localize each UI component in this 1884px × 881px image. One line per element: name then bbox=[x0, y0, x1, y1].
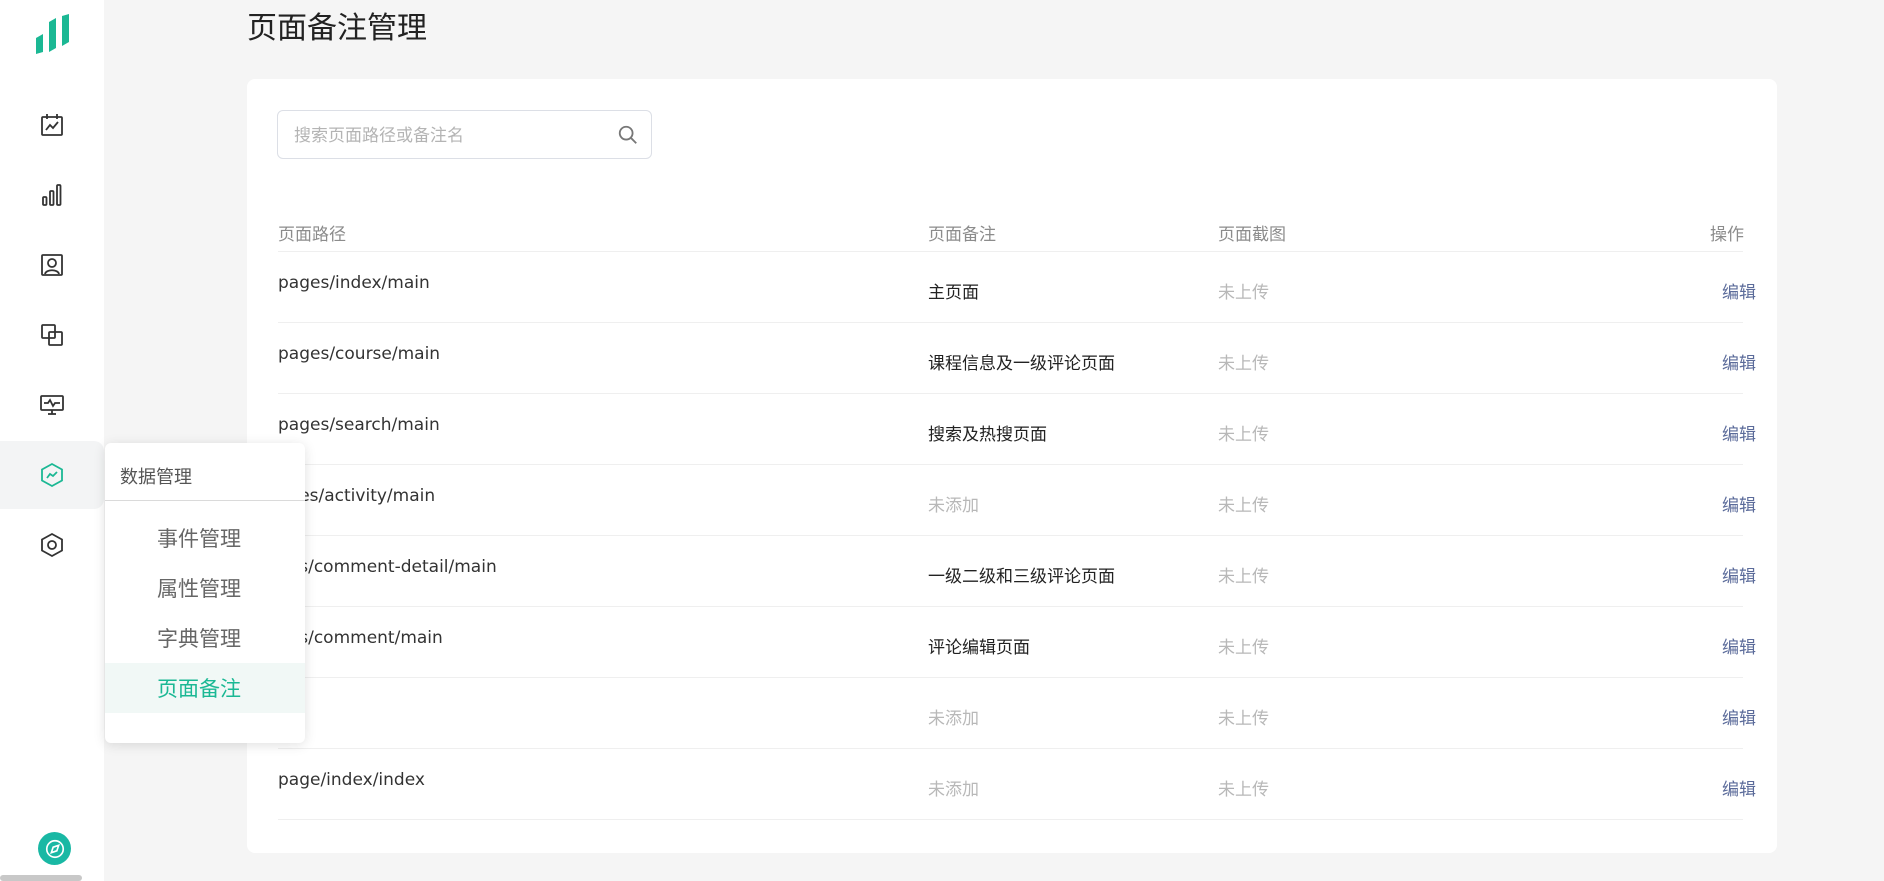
row-note: 主页面 bbox=[928, 283, 979, 303]
bar-chart-icon bbox=[42, 184, 62, 206]
row-screenshot: 未上传 bbox=[1218, 567, 1269, 587]
layers-icon bbox=[41, 324, 63, 346]
page-title: 页面备注管理 bbox=[247, 11, 427, 46]
calendar-chart-icon bbox=[41, 114, 63, 136]
data-hexagon-icon bbox=[41, 462, 63, 488]
edit-link[interactable]: 编辑 bbox=[1722, 349, 1756, 374]
submenu-item-events[interactable]: 事件管理 bbox=[105, 513, 305, 563]
edit-link[interactable]: 编辑 bbox=[1722, 775, 1756, 800]
edit-link[interactable]: 编辑 bbox=[1722, 704, 1756, 729]
submenu-divider bbox=[105, 500, 305, 501]
row-path: pages/search/main bbox=[278, 415, 440, 435]
row-path: pages/course/main bbox=[278, 344, 441, 364]
scrollbar[interactable] bbox=[0, 875, 82, 881]
submenu-item-label: 属性管理 bbox=[157, 577, 241, 601]
data-management-submenu: 数据管理 事件管理 属性管理 字典管理 页面备注 bbox=[105, 443, 305, 743]
sidebar-item-users[interactable] bbox=[0, 231, 104, 299]
compass-button[interactable] bbox=[38, 832, 71, 865]
sidebar-item-data-management[interactable] bbox=[0, 441, 104, 509]
row-note: 搜索及热搜页面 bbox=[928, 425, 1047, 445]
row-screenshot: 未上传 bbox=[1218, 283, 1269, 303]
sidebar-item-settings[interactable] bbox=[0, 511, 104, 579]
row-note: 评论编辑页面 bbox=[928, 638, 1030, 658]
row-screenshot: 未上传 bbox=[1218, 425, 1269, 445]
row-screenshot: 未上传 bbox=[1218, 780, 1269, 800]
logo-icon[interactable] bbox=[34, 14, 72, 54]
search-icon[interactable] bbox=[617, 124, 639, 146]
sidebar-item-calendar[interactable] bbox=[0, 91, 104, 159]
submenu-item-label: 事件管理 bbox=[157, 527, 241, 551]
row-screenshot: 未上传 bbox=[1218, 354, 1269, 374]
table-row: pages/course/main 课程信息及一级评论页面 未上传 编辑 bbox=[278, 323, 1756, 394]
sidebar-item-monitor[interactable] bbox=[0, 371, 104, 439]
submenu-item-page-notes[interactable]: 页面备注 bbox=[105, 663, 305, 713]
column-header-screenshot: 页面截图 bbox=[1218, 225, 1286, 245]
row-path: pages/index/main bbox=[278, 273, 430, 293]
row-screenshot: 未上传 bbox=[1218, 638, 1269, 658]
table-row: pages/search/main 搜索及热搜页面 未上传 编辑 bbox=[278, 394, 1756, 465]
sidebar-item-analytics[interactable] bbox=[0, 161, 104, 229]
settings-hexagon-icon bbox=[41, 532, 63, 558]
table-row: ages/activity/main 未添加 未上传 编辑 bbox=[278, 465, 1756, 536]
row-screenshot: 未上传 bbox=[1218, 709, 1269, 729]
row-note: 未添加 bbox=[928, 709, 979, 729]
row-path: ges/comment-detail/main bbox=[278, 557, 497, 577]
submenu-item-properties[interactable]: 属性管理 bbox=[105, 563, 305, 613]
edit-link[interactable]: 编辑 bbox=[1722, 278, 1756, 303]
sidebar-item-layers[interactable] bbox=[0, 301, 104, 369]
search-input[interactable] bbox=[292, 111, 616, 160]
row-note: 未添加 bbox=[928, 780, 979, 800]
table-row: ex 未添加 未上传 编辑 bbox=[278, 678, 1756, 749]
column-header-note: 页面备注 bbox=[928, 225, 996, 245]
table-row: ges/comment/main 评论编辑页面 未上传 编辑 bbox=[278, 607, 1756, 678]
submenu-item-dictionary[interactable]: 字典管理 bbox=[105, 613, 305, 663]
monitor-icon bbox=[40, 395, 64, 415]
row-screenshot: 未上传 bbox=[1218, 496, 1269, 516]
submenu-title: 数据管理 bbox=[120, 467, 192, 488]
row-note: 一级二级和三级评论页面 bbox=[928, 567, 1115, 587]
edit-link[interactable]: 编辑 bbox=[1722, 491, 1756, 516]
column-header-action: 操作 bbox=[1710, 225, 1744, 245]
edit-link[interactable]: 编辑 bbox=[1722, 420, 1756, 445]
compass-icon bbox=[45, 839, 64, 858]
table-row: pages/index/main 主页面 未上传 编辑 bbox=[278, 252, 1756, 323]
submenu-item-label: 页面备注 bbox=[157, 677, 241, 701]
table-row: ges/comment-detail/main 一级二级和三级评论页面 未上传 … bbox=[278, 536, 1756, 607]
user-portrait-icon bbox=[41, 254, 63, 276]
search-box[interactable] bbox=[277, 110, 652, 160]
content-card: 页面路径 页面备注 页面截图 操作 pages/index/main 主页面 未… bbox=[247, 79, 1777, 853]
column-header-path: 页面路径 bbox=[278, 225, 346, 245]
submenu-item-label: 字典管理 bbox=[157, 627, 241, 651]
page-notes-table: 页面路径 页面备注 页面截图 操作 pages/index/main 主页面 未… bbox=[278, 213, 1756, 820]
row-note: 课程信息及一级评论页面 bbox=[928, 354, 1115, 374]
edit-link[interactable]: 编辑 bbox=[1722, 562, 1756, 587]
row-note: 未添加 bbox=[928, 496, 979, 516]
table-row: page/index/index 未添加 未上传 编辑 bbox=[278, 749, 1756, 820]
sidebar bbox=[0, 0, 104, 881]
row-path: page/index/index bbox=[278, 770, 425, 790]
table-header: 页面路径 页面备注 页面截图 操作 bbox=[278, 213, 1744, 252]
edit-link[interactable]: 编辑 bbox=[1722, 633, 1756, 658]
